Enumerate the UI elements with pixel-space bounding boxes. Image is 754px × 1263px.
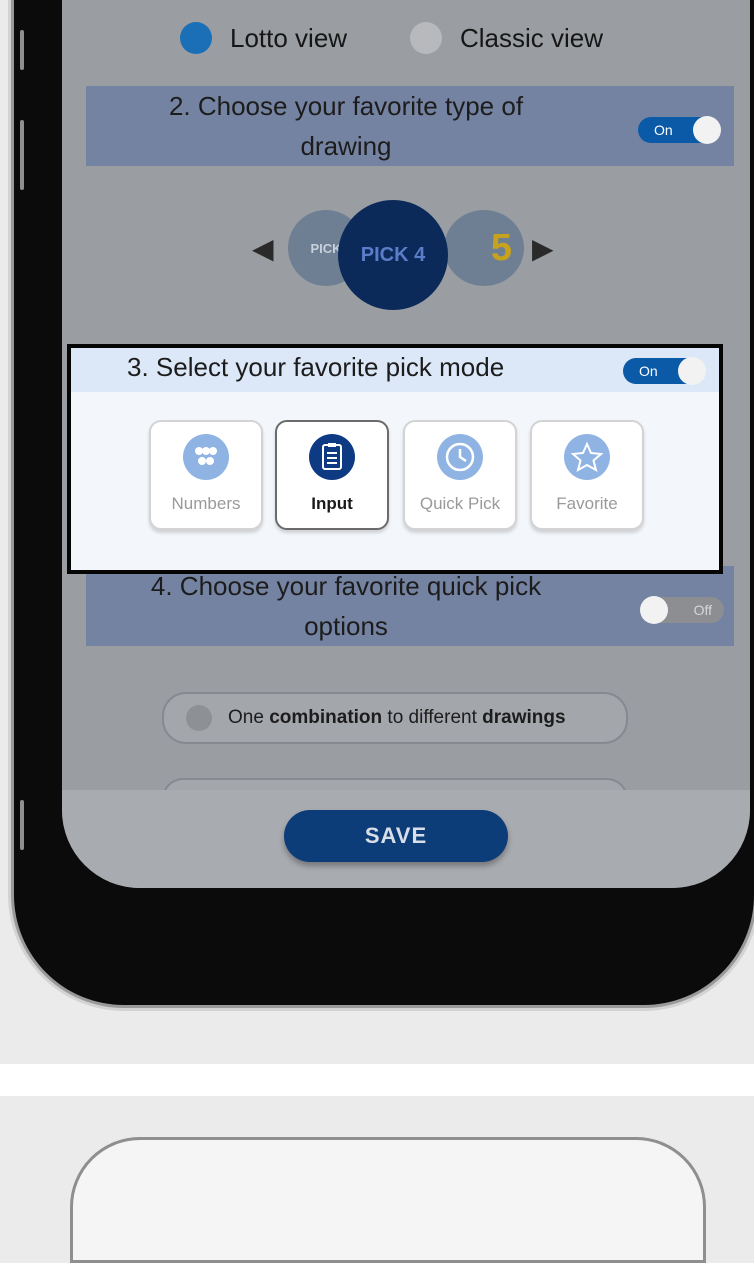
clock-icon: [437, 434, 483, 480]
option-bold-drawings: drawings: [482, 707, 566, 728]
mode-label-input: Input: [311, 494, 353, 513]
pick-mode-section: 3. Select your favorite pick mode On Num…: [67, 344, 723, 574]
mode-card-numbers[interactable]: Numbers: [149, 420, 263, 530]
toggle-knob: [678, 357, 706, 385]
drawing-type-carousel: ◀ PICK 5 PICK 4 ▶: [62, 196, 750, 316]
option-bold-combination: combination: [269, 707, 383, 728]
save-button[interactable]: SAVE: [284, 810, 508, 862]
pick4-text: PICK 4: [360, 243, 426, 266]
pick5-logo[interactable]: 5: [444, 210, 524, 286]
lotto-view-option[interactable]: Lotto view: [180, 22, 347, 54]
section-3-title: 3. Select your favorite pick mode: [127, 352, 505, 382]
radio-unselected-icon[interactable]: [186, 705, 212, 731]
mode-card-input[interactable]: Input: [275, 420, 389, 530]
screenshot-divider: [0, 1064, 754, 1096]
section-3-header: 3. Select your favorite pick mode On: [71, 348, 719, 392]
section-2-header: 2. Choose your favorite type of drawing …: [86, 86, 734, 166]
toggle-knob: [640, 596, 668, 624]
radio-unselected-icon[interactable]: [410, 22, 442, 54]
quick-pick-option-one-combination[interactable]: One combination to different drawings: [162, 692, 628, 744]
toggle-knob: [693, 116, 721, 144]
toggle-label: On: [654, 122, 673, 138]
dots-icon: [183, 434, 229, 480]
toggle-label: On: [639, 363, 658, 379]
section-3-toggle[interactable]: On: [623, 357, 706, 385]
radio-selected-icon[interactable]: [180, 22, 212, 54]
section-2-title: 2. Choose your favorite type of drawing: [168, 91, 524, 161]
carousel-left-arrow-icon[interactable]: ◀: [252, 232, 274, 265]
section-4-title: 4. Choose your favorite quick pick optio…: [150, 571, 542, 641]
mode-card-favorite[interactable]: Favorite: [530, 420, 644, 530]
section-4-header: 4. Choose your favorite quick pick optio…: [86, 566, 734, 646]
section-2-toggle[interactable]: On: [638, 116, 721, 144]
toggle-label: Off: [693, 602, 712, 618]
mode-label-numbers: Numbers: [171, 494, 241, 513]
classic-view-option[interactable]: Classic view: [410, 22, 603, 54]
option-prefix: One: [228, 707, 270, 728]
carousel-right-arrow-icon[interactable]: ▶: [532, 232, 554, 265]
star-icon: [564, 434, 610, 480]
option-text: One combination to different drawings: [228, 707, 566, 729]
pick4-logo[interactable]: PICK 4: [338, 200, 448, 310]
clipboard-icon: [309, 434, 355, 480]
mode-label-favorite: Favorite: [556, 494, 618, 513]
lotto-view-label: Lotto view: [230, 22, 348, 53]
phone-side-button: [20, 800, 24, 850]
option-middle: to different: [382, 707, 483, 728]
mode-label-quick-pick: Quick Pick: [419, 494, 501, 513]
second-phone-frame: [70, 1137, 706, 1263]
phone-side-button: [20, 30, 24, 70]
pick5-text: 5: [490, 226, 512, 269]
pick3-text: PICK: [310, 240, 342, 256]
classic-view-label: Classic view: [460, 22, 604, 53]
phone-side-button: [20, 120, 24, 190]
mode-card-quick-pick[interactable]: Quick Pick: [403, 420, 517, 530]
section-4-toggle[interactable]: Off: [640, 596, 724, 624]
